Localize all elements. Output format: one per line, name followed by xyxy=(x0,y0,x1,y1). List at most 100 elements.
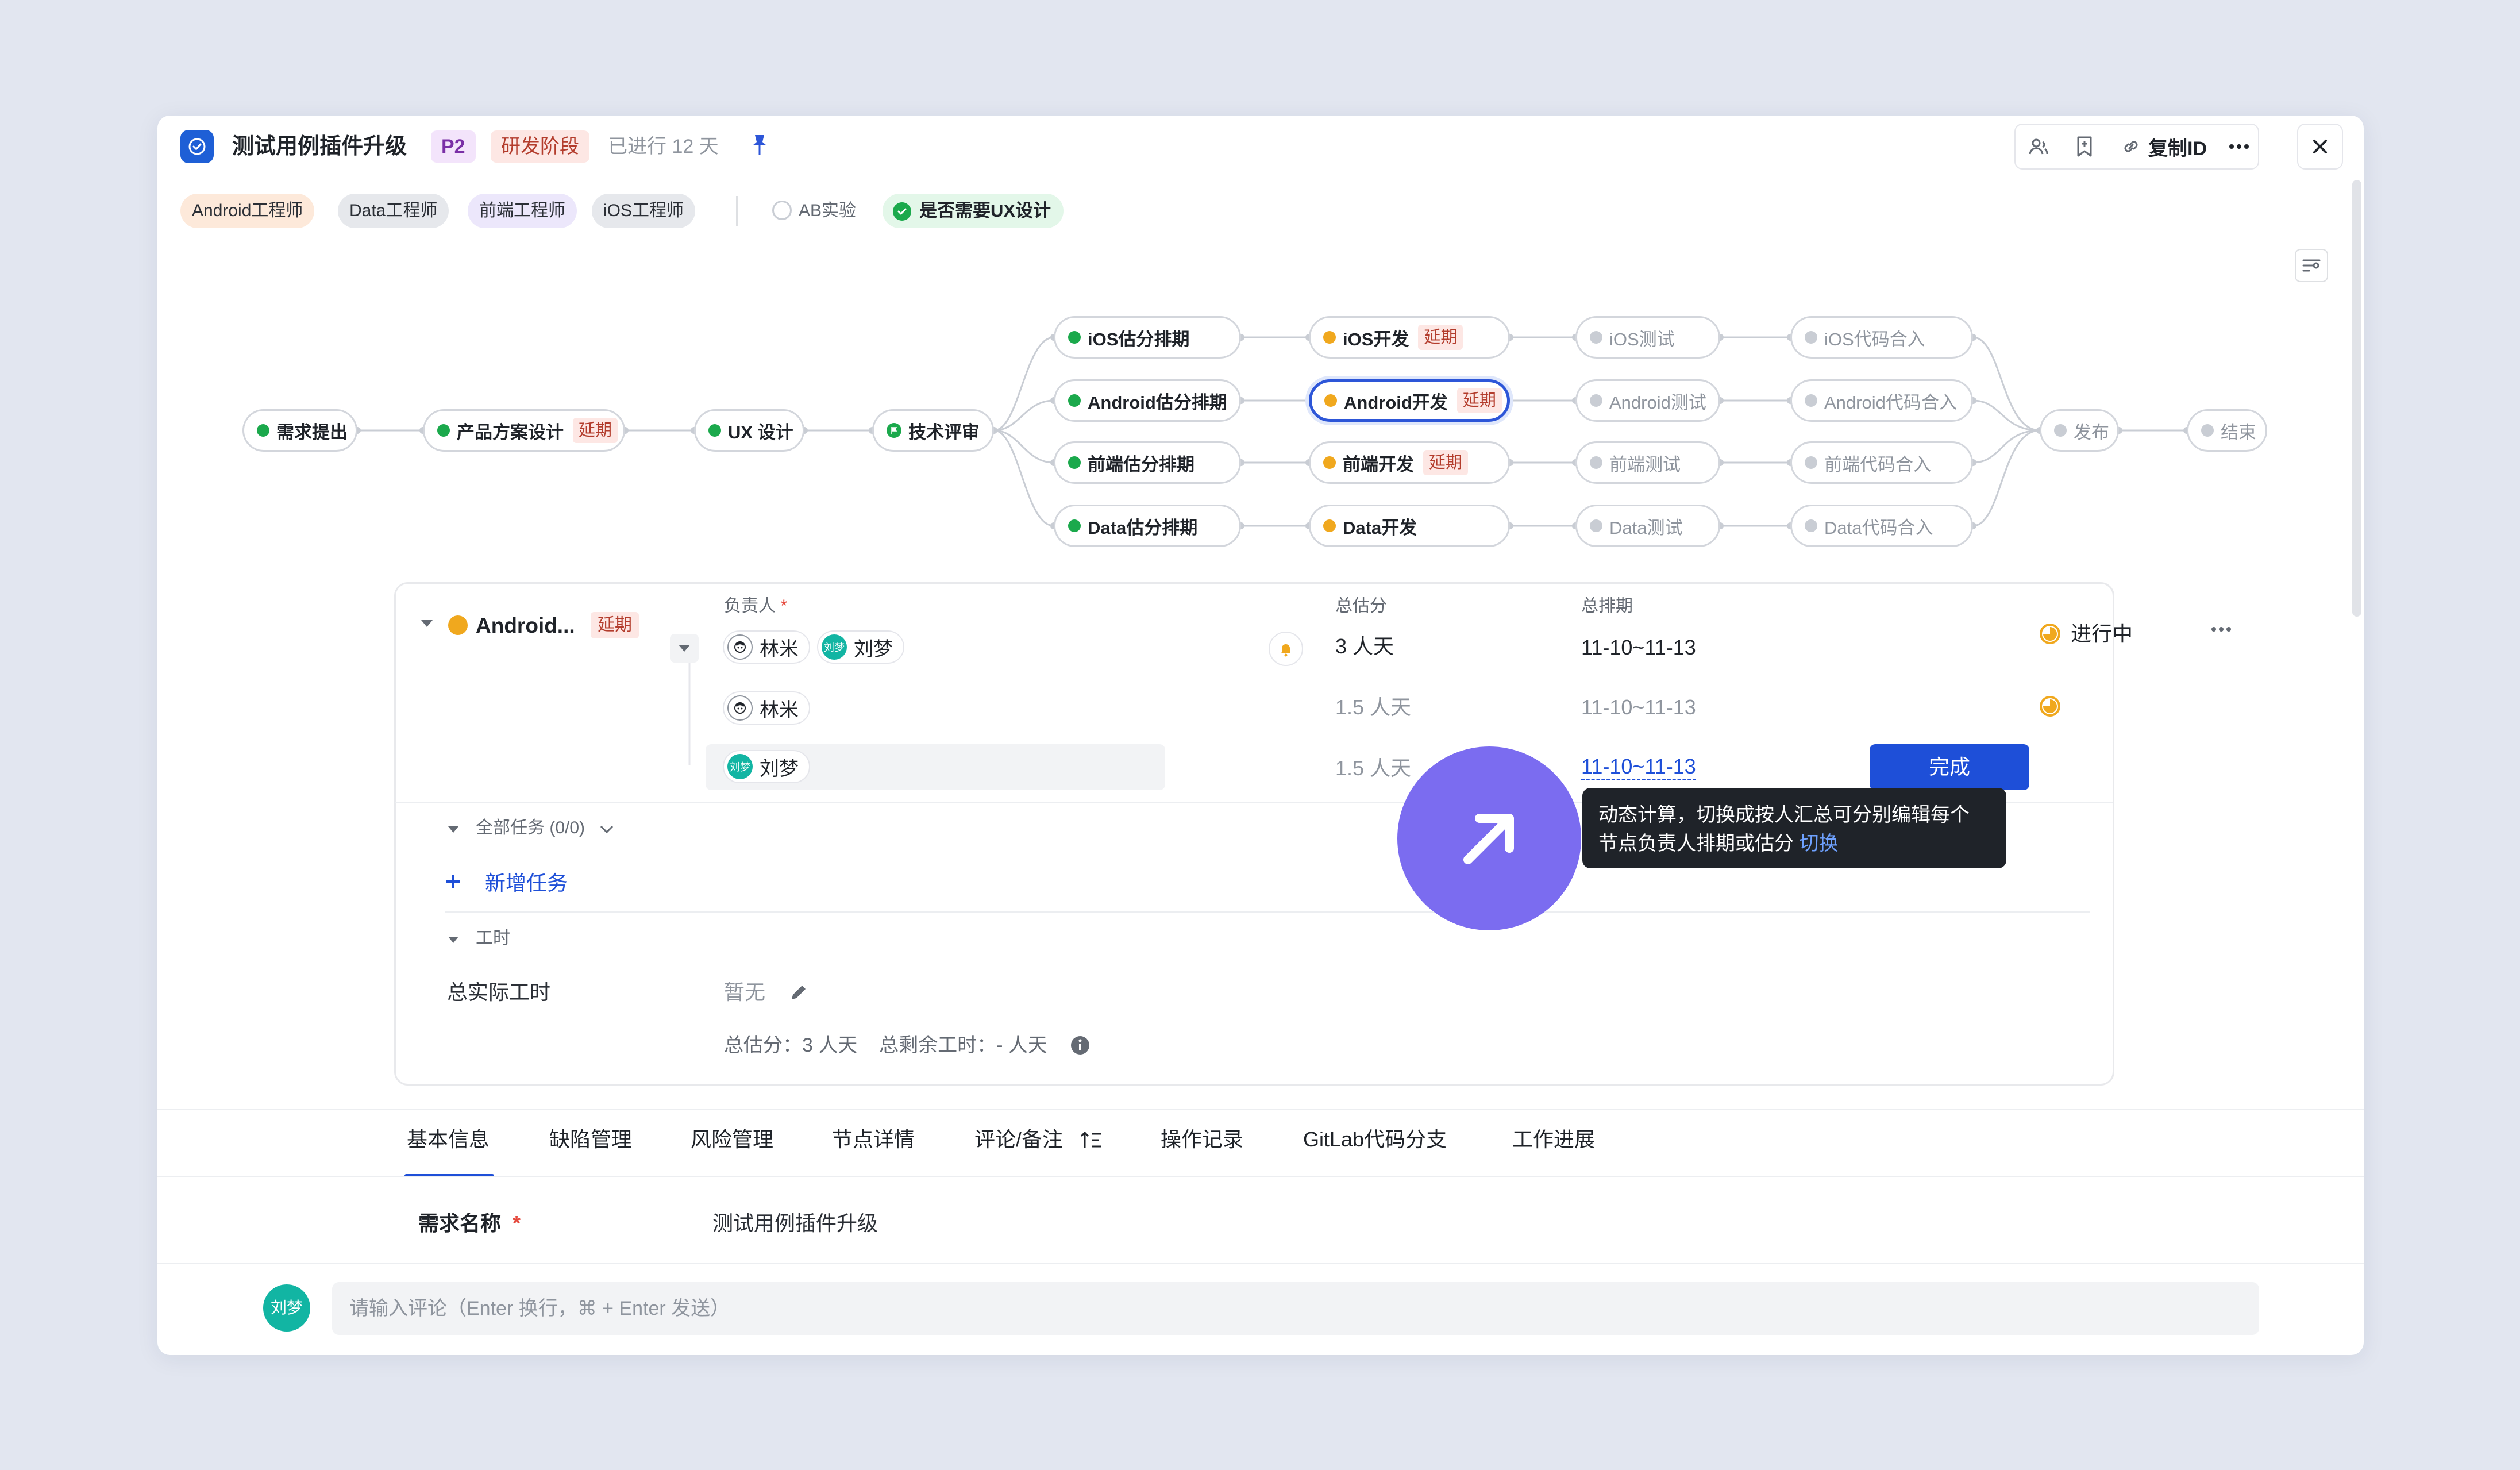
status-text[interactable]: 进行中 xyxy=(2071,620,2133,648)
tab-defects[interactable]: 缺陷管理 xyxy=(549,1118,632,1161)
flow-node-data-merge[interactable]: Data代码合入 xyxy=(1790,505,1973,547)
estimate-column-label: 总估分 xyxy=(1335,597,1387,615)
tab-node-details[interactable]: 节点详情 xyxy=(832,1118,915,1161)
status-dot xyxy=(1323,456,1336,469)
status-dot xyxy=(448,615,468,635)
tab-gitlab-branches[interactable]: GitLab代码分支 xyxy=(1303,1118,1447,1161)
tooltip: 动态计算，切换成按人汇总可分别编辑每个 节点负责人排期或估分 切换 xyxy=(1582,788,2006,868)
avatar: 刘梦 xyxy=(822,634,847,660)
flow-node-android-estimate[interactable]: Android估分排期 xyxy=(1054,379,1241,422)
status-dot xyxy=(708,424,721,437)
tab-basic-info[interactable]: 基本信息 xyxy=(407,1118,490,1161)
requirement-window: 测试用例插件升级 P2 研发阶段 已进行 12 天 复制ID Android工程… xyxy=(157,116,2364,1355)
sort-icon[interactable] xyxy=(1080,1130,1103,1153)
status-dot xyxy=(2201,424,2214,437)
schedule-value[interactable]: 11-10~11-13 xyxy=(1581,694,1696,721)
worktime-summary: 总估分：3 人天 总剩余工时：- 人天 xyxy=(724,1034,1047,1056)
status-dot xyxy=(1324,394,1337,407)
status-dot xyxy=(1590,331,1602,344)
flow-node-product-design[interactable]: 产品方案设计 延期 xyxy=(423,409,625,452)
flow-node-ios-develop[interactable]: iOS开发 延期 xyxy=(1309,316,1510,359)
status-dot xyxy=(2054,424,2067,437)
status-dot xyxy=(257,424,269,437)
plus-icon[interactable] xyxy=(445,873,462,893)
schedule-column-label: 总排期 xyxy=(1581,597,1633,615)
flow-node-android-test[interactable]: Android测试 xyxy=(1575,379,1720,422)
more-icon[interactable] xyxy=(2211,625,2232,635)
status-dot xyxy=(1805,456,1817,469)
flow-node-requirement[interactable]: 需求提出 xyxy=(242,409,357,452)
estimate-value: 3 人天 xyxy=(1335,634,1394,658)
delay-badge: 延期 xyxy=(1418,325,1463,350)
status-dot xyxy=(1068,331,1081,344)
divider xyxy=(157,1109,2364,1110)
delay-badge: 延期 xyxy=(591,612,639,638)
person-chip[interactable]: 林米 xyxy=(723,691,810,725)
complete-button[interactable]: 完成 xyxy=(1870,744,2029,790)
avatar xyxy=(727,634,753,660)
flow-node-ios-merge[interactable]: iOS代码合入 xyxy=(1790,316,1973,359)
bell-icon[interactable] xyxy=(1269,632,1303,666)
status-dot xyxy=(1323,331,1336,344)
collapse-caret-icon[interactable] xyxy=(419,618,434,632)
expand-arrow-button[interactable] xyxy=(1397,746,1581,930)
flow-node-data-test[interactable]: Data测试 xyxy=(1575,505,1720,547)
edit-icon[interactable] xyxy=(788,982,809,1006)
flag-icon xyxy=(887,423,901,438)
status-dot xyxy=(1805,331,1817,344)
flow-node-release[interactable]: 发布 xyxy=(2040,409,2119,452)
status-dot xyxy=(1590,519,1602,532)
all-tasks-toggle[interactable]: 全部任务 (0/0) xyxy=(476,817,585,840)
tooltip-line: 节点负责人排期或估分 切换 xyxy=(1598,833,1839,855)
expand-rows-button[interactable] xyxy=(670,634,699,663)
divider xyxy=(157,1176,2364,1177)
flow-node-ios-estimate[interactable]: iOS估分排期 xyxy=(1054,316,1241,359)
tab-progress[interactable]: 工作进展 xyxy=(1512,1118,1595,1161)
tab-risks[interactable]: 风险管理 xyxy=(691,1118,773,1161)
flow-node-frontend-estimate[interactable]: 前端估分排期 xyxy=(1054,441,1241,484)
flow-node-frontend-merge[interactable]: 前端代码合入 xyxy=(1790,441,1973,484)
switch-link[interactable]: 切换 xyxy=(1799,833,1838,855)
avatar xyxy=(727,695,753,721)
avatar: 刘梦 xyxy=(263,1284,310,1332)
flow-node-data-develop[interactable]: Data开发 xyxy=(1309,505,1510,547)
divider xyxy=(157,1263,2364,1264)
comment-input[interactable]: 请输入评论（Enter 换行，⌘ + Enter 发送） xyxy=(332,1282,2259,1335)
schedule-value[interactable]: 11-10~11-13 xyxy=(1581,634,1696,661)
schedule-value[interactable]: 11-10~11-13 xyxy=(1581,755,1696,780)
requirement-name-value[interactable]: 测试用例插件升级 xyxy=(712,1210,878,1237)
status-dot xyxy=(1590,456,1602,469)
flow-node-android-develop[interactable]: Android开发 延期 xyxy=(1309,379,1510,422)
flow-node-ios-test[interactable]: iOS测试 xyxy=(1575,316,1720,359)
collapse-caret-icon[interactable] xyxy=(447,825,460,837)
tab-comments[interactable]: 评论/备注 xyxy=(974,1118,1063,1161)
flow-node-ux-design[interactable]: UX 设计 xyxy=(694,409,804,452)
flow-node-frontend-test[interactable]: 前端测试 xyxy=(1575,441,1720,484)
person-chip[interactable]: 刘梦 刘梦 xyxy=(817,630,904,664)
flow-node-tech-review[interactable]: 技术评审 xyxy=(872,409,994,452)
status-dot xyxy=(1068,456,1081,469)
status-dot xyxy=(1323,519,1336,532)
flow-node-android-merge[interactable]: Android代码合入 xyxy=(1790,379,1973,422)
field-label: 需求名称 * xyxy=(418,1211,521,1235)
tooltip-line: 动态计算，切换成按人汇总可分别编辑每个 xyxy=(1598,804,1970,826)
flow-node-end[interactable]: 结束 xyxy=(2187,409,2267,452)
flow-node-frontend-develop[interactable]: 前端开发 延期 xyxy=(1309,441,1510,484)
info-icon[interactable] xyxy=(1070,1035,1091,1059)
actual-hours-value: 暂无 xyxy=(724,980,766,1004)
flow-connectors xyxy=(354,334,2190,529)
avatar: 刘梦 xyxy=(727,754,753,779)
tab-operation-log[interactable]: 操作记录 xyxy=(1161,1118,1243,1161)
add-task-button[interactable]: 新增任务 xyxy=(485,869,568,897)
person-chip[interactable]: 刘梦 刘梦 xyxy=(723,750,810,783)
worktime-label: 工时 xyxy=(476,929,510,948)
status-dot xyxy=(437,424,450,437)
chevron-down-icon[interactable] xyxy=(599,823,615,838)
collapse-caret-icon[interactable] xyxy=(447,935,460,947)
person-chip[interactable]: 林米 xyxy=(723,630,810,664)
delay-badge: 延期 xyxy=(1456,388,1502,413)
arrow-up-right-icon xyxy=(1463,814,1514,864)
estimate-value: 1.5 人天 xyxy=(1335,756,1412,780)
flow-node-data-estimate[interactable]: Data估分排期 xyxy=(1054,505,1241,547)
node-name: Android... xyxy=(476,614,575,637)
